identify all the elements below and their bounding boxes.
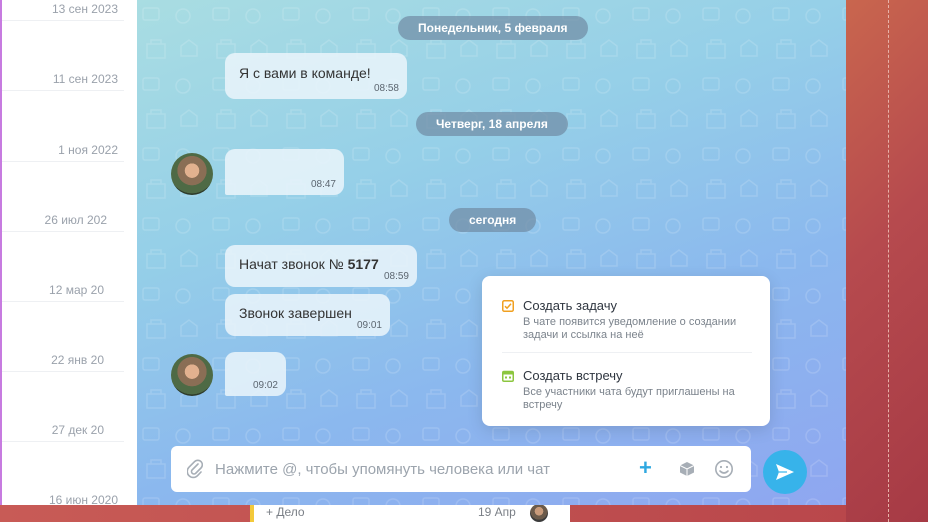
plus-icon[interactable]: +: [639, 457, 652, 479]
menu-divider: [502, 352, 752, 353]
list-item[interactable]: 16 июн 2020: [2, 441, 124, 505]
message-composer: Нажмите @, чтобы упомянуть человека или …: [171, 446, 751, 492]
message-time: 09:02: [252, 380, 278, 391]
message-bubble[interactable]: Начат звонок № 5177 08:59: [225, 245, 417, 287]
list-item-date: 12 мар 20: [49, 283, 104, 297]
message-text: Звонок завершен: [239, 305, 352, 321]
date-separator: Понедельник, 5 февраля: [398, 16, 588, 40]
list-item-date: 11 сен 2023: [52, 72, 118, 86]
create-meeting-title: Создать встречу: [523, 368, 623, 383]
avatar: [530, 504, 548, 522]
send-icon: [776, 464, 794, 480]
task-strip[interactable]: + Дело 19 Апр: [250, 504, 570, 522]
paperclip-icon[interactable]: [187, 459, 203, 479]
list-item[interactable]: 13 сен 2023: [2, 0, 124, 21]
list-item[interactable]: 22 янв 20: [2, 301, 124, 372]
date-separator: Четверг, 18 апреля: [416, 112, 568, 136]
calendar-icon: [502, 370, 514, 382]
list-item-date: 13 сен 2023: [51, 2, 118, 16]
list-item[interactable]: 1 ноя 2022: [2, 91, 124, 162]
list-item-date: 26 июл 202: [44, 213, 107, 227]
call-started-text: Начат звонок №: [239, 256, 348, 272]
message-bubble[interactable]: 08:47: [225, 149, 344, 195]
list-item-date: 22 янв 20: [51, 353, 104, 367]
list-item-date: 27 дек 20: [51, 423, 104, 437]
message-input[interactable]: Нажмите @, чтобы упомянуть человека или …: [215, 461, 550, 478]
list-item-date: 1 ноя 2022: [58, 143, 118, 157]
dashed-divider: [888, 0, 889, 522]
emoji-icon[interactable]: [714, 459, 734, 479]
list-item[interactable]: 27 дек 20: [2, 371, 124, 442]
task-checkbox-icon: [502, 300, 514, 312]
message-text: Начат звонок № 5177: [239, 256, 379, 272]
list-item[interactable]: 12 мар 20: [2, 231, 124, 302]
cube-icon[interactable]: [679, 461, 695, 477]
create-task-description: В чате появится уведомление о создании з…: [523, 316, 737, 341]
message-time: 09:01: [356, 320, 382, 331]
add-task-link[interactable]: + Дело: [266, 505, 305, 519]
chat-window: Понедельник, 5 февраля Четверг, 18 апрел…: [137, 0, 846, 505]
list-item[interactable]: 26 июл 202: [2, 161, 124, 232]
message-time: 08:47: [310, 179, 336, 190]
chat-list: 13 сен 2023 11 сен 2023 1 ноя 2022 26 ию…: [0, 0, 137, 505]
date-separator: сегодня: [449, 208, 537, 232]
background-right: [846, 0, 928, 522]
message-bubble[interactable]: Я с вами в команде! 08:58: [225, 53, 407, 99]
create-task-title: Создать задачу: [523, 298, 618, 313]
list-item[interactable]: 11 сен 2023: [2, 20, 124, 91]
avatar[interactable]: [171, 354, 213, 396]
avatar[interactable]: [171, 153, 213, 195]
message-bubble[interactable]: 09:02: [225, 352, 286, 396]
list-item-date: 16 июн 2020: [48, 493, 118, 505]
message-time: 08:58: [373, 83, 399, 94]
message-time: 08:59: [383, 271, 409, 282]
call-number: 5177: [347, 256, 379, 272]
message-text: Я с вами в команде!: [239, 65, 371, 81]
send-button[interactable]: [763, 450, 807, 494]
create-menu-popup: Создать задачу В чате появится уведомлен…: [482, 276, 770, 426]
task-date: 19 Апр: [478, 505, 516, 519]
message-bubble[interactable]: Звонок завершен 09:01: [225, 294, 390, 336]
create-meeting-description: Все участники чата будут приглашены на в…: [523, 386, 735, 411]
